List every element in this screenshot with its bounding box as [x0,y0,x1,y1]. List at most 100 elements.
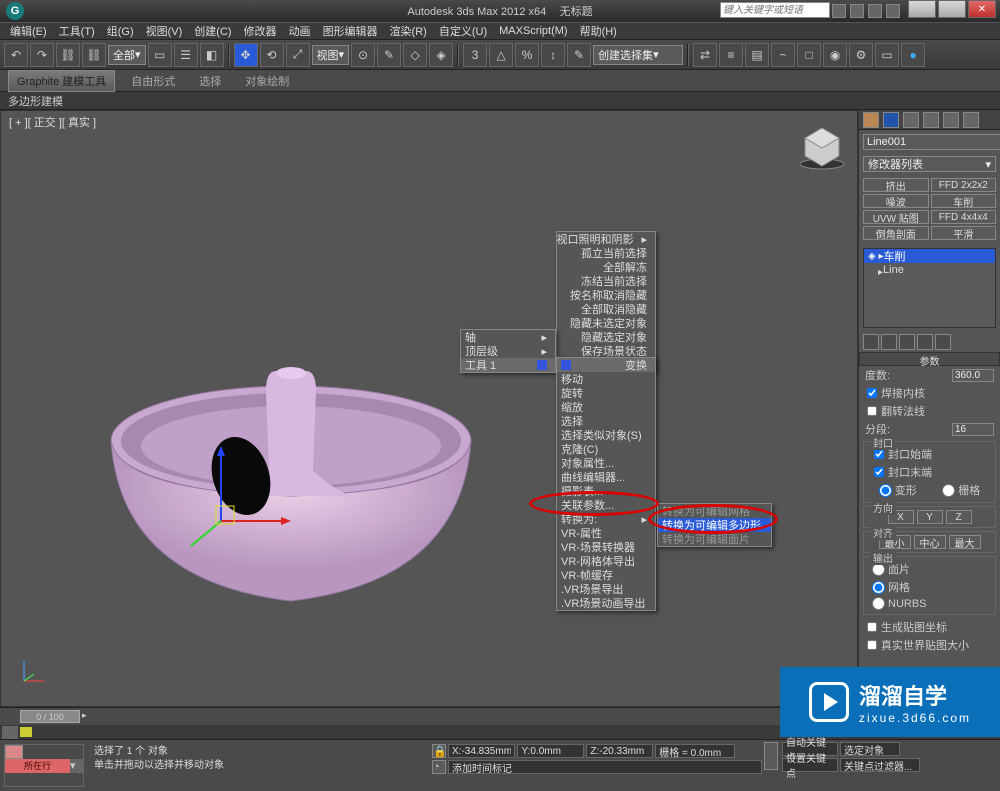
ribbon-tab-selection[interactable]: 选择 [191,71,229,91]
segments-spinner[interactable]: 16 [952,423,994,436]
ctx-vr-fb[interactable]: VR-帧缓存 [557,568,655,582]
anglesnap-button[interactable]: △ [489,43,513,67]
ctx-clone[interactable]: 克隆(C) [557,442,655,456]
move-button[interactable]: ✥ [234,43,258,67]
ctx-wireparams[interactable]: 关联参数... [557,498,655,512]
menu-create[interactable]: 创建(C) [188,23,237,39]
ribbon-tab-freeform[interactable]: 自由形式 [123,71,183,91]
editsel-button[interactable]: ✎ [567,43,591,67]
schematic-button[interactable]: □ [797,43,821,67]
mirror-button[interactable]: ⇄ [693,43,717,67]
mod-lathe-button[interactable]: 车削 [931,194,997,208]
cap-grid-radio[interactable] [942,484,955,497]
align-max-button[interactable]: 最大 [949,535,981,549]
rollout-params[interactable]: 参数 [859,352,1000,366]
ctx-isolate[interactable]: 孤立当前选择 [557,246,655,260]
material-button[interactable]: ◉ [823,43,847,67]
show-end-button[interactable] [881,334,897,350]
menu-group[interactable]: 组(G) [101,23,140,39]
ctx-dopesheet[interactable]: 摄影表... [557,484,655,498]
modify-tab-icon[interactable] [883,112,899,128]
out-nurbs-radio[interactable] [872,597,885,610]
render-button[interactable]: ● [901,43,925,67]
ctx-unfreeze[interactable]: 全部解冻 [557,260,655,274]
selbyname-button[interactable]: ☰ [174,43,198,67]
mod-uvw-button[interactable]: UVW 贴图 [863,210,929,224]
menu-maxscript[interactable]: MAXScript(M) [493,25,573,37]
mod-ffd2-button[interactable]: FFD 2x2x2 [931,178,997,192]
ctx-move[interactable]: 移动 [557,372,655,386]
coord-y[interactable]: Y: [517,744,584,758]
aux-btn[interactable] [832,4,846,18]
ctx-curveed[interactable]: 曲线编辑器... [557,470,655,484]
scene-object-bowl[interactable] [91,261,491,621]
flip-check[interactable] [867,406,877,416]
menu-grapheditors[interactable]: 图形编辑器 [317,23,384,39]
undo-button[interactable]: ↶ [4,43,28,67]
timetag-input[interactable]: 添加时间标记 [448,760,762,774]
snap-button[interactable]: ◇ [403,43,427,67]
unique-button[interactable] [899,334,915,350]
ribbon-panel-polymodel[interactable]: 多边形建模 [8,93,63,109]
cap-morph-radio[interactable] [879,484,892,497]
motion-tab-icon[interactable] [923,112,939,128]
maximize-button[interactable]: ▭ [938,0,966,18]
pin-stack-button[interactable] [863,334,879,350]
ctx-vr-export[interactable]: .VR场景导出 [557,582,655,596]
menu-help[interactable]: 帮助(H) [574,23,623,39]
menu-modifiers[interactable]: 修改器 [238,23,283,39]
lock-icon[interactable]: 🔒 [432,744,446,758]
tag-icon[interactable]: ◔ [432,760,446,774]
menu-rendering[interactable]: 渲染(R) [384,23,433,39]
stack-lathe[interactable]: ◈ ▸ 车削 [864,249,995,263]
curve-button[interactable]: ~ [771,43,795,67]
ctx-selsimilar[interactable]: 选择类似对象(S) [557,428,655,442]
config-button[interactable] [935,334,951,350]
app-icon[interactable]: G [6,2,24,20]
ctx-viewport-lighting[interactable]: 视口照明和阴影 [557,232,655,246]
menu-customize[interactable]: 自定义(U) [433,23,493,39]
dir-z-button[interactable]: Z [946,510,972,524]
mod-ffd4-button[interactable]: FFD 4x4x4 [931,210,997,224]
search-input[interactable] [720,2,830,18]
align-button[interactable]: ≡ [719,43,743,67]
viewport[interactable]: [ + ][ 正交 ][ 真实 ] [0,110,858,707]
object-name-input[interactable] [863,134,1000,150]
coord-x[interactable]: X: [448,744,515,758]
realuv-check[interactable] [867,640,877,650]
ctx-save-state[interactable]: 保存场景状态 [557,344,655,358]
time-handle[interactable]: 0 / 100 [20,710,80,723]
out-mesh-radio[interactable] [872,581,885,594]
viewport-label[interactable]: [ + ][ 正交 ][ 真实 ] [9,114,96,130]
utilities-tab-icon[interactable] [963,112,979,128]
aux-btn[interactable] [886,4,900,18]
hierarchy-tab-icon[interactable] [903,112,919,128]
ctx-unhide-name[interactable]: 按名称取消隐藏 [557,288,655,302]
degrees-spinner[interactable]: 360.0 [952,369,994,382]
dir-y-button[interactable]: Y [917,510,943,524]
align-center-button[interactable]: 中心 [914,535,946,549]
unlink-button[interactable]: ⛓ [82,43,106,67]
refcoord-combo[interactable]: 视图 ▾ [312,45,350,65]
menu-tools[interactable]: 工具(T) [53,23,101,39]
ctx-toplevel[interactable]: 顶层级 [461,344,555,358]
close-button[interactable]: ✕ [968,0,996,18]
ctx-vr-props[interactable]: VR-属性 [557,526,655,540]
trackbar-toggle-icon[interactable] [2,726,18,739]
capstart-check[interactable] [874,449,884,459]
pivot-button[interactable]: ⊙ [351,43,375,67]
modifier-list-combo[interactable]: 修改器列表▾ [863,156,996,172]
ctx-select[interactable]: 选择 [557,414,655,428]
render-frame-button[interactable]: ▭ [875,43,899,67]
ctx-scale[interactable]: 缩放 [557,400,655,414]
rotate-button[interactable]: ⟲ [260,43,284,67]
mod-bevel-button[interactable]: 倒角剖面 [863,226,929,240]
setkey-button[interactable]: 设置关键点 [782,758,838,772]
ctx-hide-unsel[interactable]: 隐藏未选定对象 [557,316,655,330]
scale-button[interactable]: ⤢ [286,43,310,67]
ctx-freeze[interactable]: 冻结当前选择 [557,274,655,288]
menu-animation[interactable]: 动画 [283,23,317,39]
redo-button[interactable]: ↷ [30,43,54,67]
coord-z[interactable]: Z: [586,744,653,758]
menu-views[interactable]: 视图(V) [140,23,189,39]
